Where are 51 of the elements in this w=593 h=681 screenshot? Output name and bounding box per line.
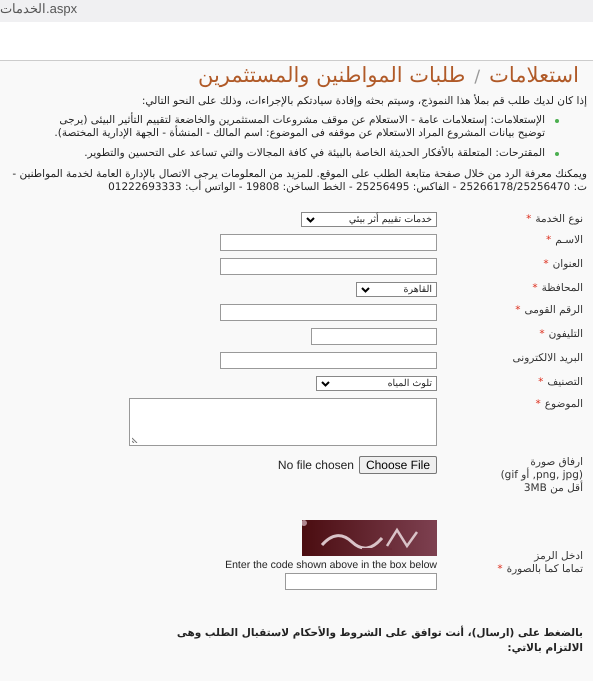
file-status: No file chosen (278, 458, 354, 472)
text-area[interactable] (129, 398, 437, 446)
bullet-text: الإستعلامات: إستعلامات عامة - الاستعلام عن موقف مشروعات المستثمرين والخاضعة لتقييم التأثير البيئى (يرجى توضيح بيانات المشروع المراد الاستعلام عن موقفه فى الموضوع: اسم المالك - المنشأة - الجهة الإدارية المختصة). (53, 114, 545, 140)
page-title: استعلامات (489, 63, 579, 87)
contact-text: ويمكنك معرفة الرد من خلال صفحة متابعة الطلب على الموقع. للمزيد من المعلومات يرجى الاتصال بالإدارة العامة لخدمة المواطنين - ت: 25266178/25256470 - الفاكس: 25256495 - الخط الساخن: 19808 - الواتس أب: 01222693333 (11, 168, 587, 194)
input-field[interactable] (220, 258, 437, 275)
chevron-icon (306, 216, 315, 222)
resize-grip-icon (132, 436, 139, 443)
chevron-icon (321, 380, 330, 386)
required-mark: * (546, 234, 552, 246)
field-label: (png, jpg, أو gif) (500, 469, 583, 481)
field-label: المحافظة (542, 282, 583, 294)
required-mark: * (532, 282, 538, 294)
dropdown[interactable]: تلوث المياه (316, 376, 437, 391)
required-mark: * (526, 213, 532, 225)
field-label: الموضوع (544, 398, 583, 410)
field-label: التصنيف (547, 376, 583, 388)
input-field[interactable] (220, 352, 437, 369)
field-label: الاسـم (555, 234, 583, 246)
field-label: التليفون (548, 328, 583, 340)
field-label: أقل من 3MB (524, 482, 583, 495)
choose-file-button[interactable]: Choose File (358, 456, 437, 474)
input-field[interactable] (220, 234, 437, 251)
required-mark: * (515, 304, 521, 316)
field-label: الرقم القومى (524, 304, 583, 316)
dropdown[interactable]: القاهرة (356, 282, 437, 297)
bullet-icon (555, 152, 559, 156)
field-label: العنوان (552, 258, 583, 270)
required-mark: * (536, 398, 541, 410)
chevron-icon (361, 286, 370, 292)
page-subtitle: طلبات المواطنين والمستثمرين (198, 63, 466, 87)
input-field[interactable] (285, 573, 437, 590)
intro-text: إذا كان لديك طلب قم بملأ هذا النموذج، وسيتم بحثه وإفادة سيادتكم بالإجراءات، وذلك على النحو التالي: (140, 95, 587, 108)
field-label: ادخل الرمز (534, 550, 583, 563)
terms-text: بالضغط على (ارسال)، أنت توافق على الشروط والأحكام لاستقبال الطلب وهى الالتزام بالاتي: (176, 626, 584, 656)
field-label: ارفاق صورة (530, 456, 583, 469)
bullet-text: المقترحات: المتعلقة بالأفكار الحديثة الخاصة بالبيئة في كافة المجالات والتي تساعد على التحسين والتطوير. (84, 147, 545, 160)
bullet-icon (555, 119, 559, 123)
captcha-hint: Enter the code shown above in the box below (225, 559, 437, 571)
field-label: البريد الالكترونى (512, 352, 583, 365)
field-label: تماما كما بالصورة (506, 563, 583, 575)
required-mark: * (543, 258, 549, 270)
dropdown[interactable]: خدمات تقييم أثر بيئي (301, 212, 437, 227)
tab-title: الخدمات.aspx (0, 1, 78, 16)
title-separator: / (474, 67, 480, 87)
required-mark: * (497, 563, 503, 575)
required-mark: * (538, 376, 544, 388)
input-field[interactable] (311, 328, 437, 345)
field-label: نوع الخدمة (535, 213, 583, 225)
required-mark: * (539, 328, 545, 340)
input-field[interactable] (220, 304, 437, 321)
